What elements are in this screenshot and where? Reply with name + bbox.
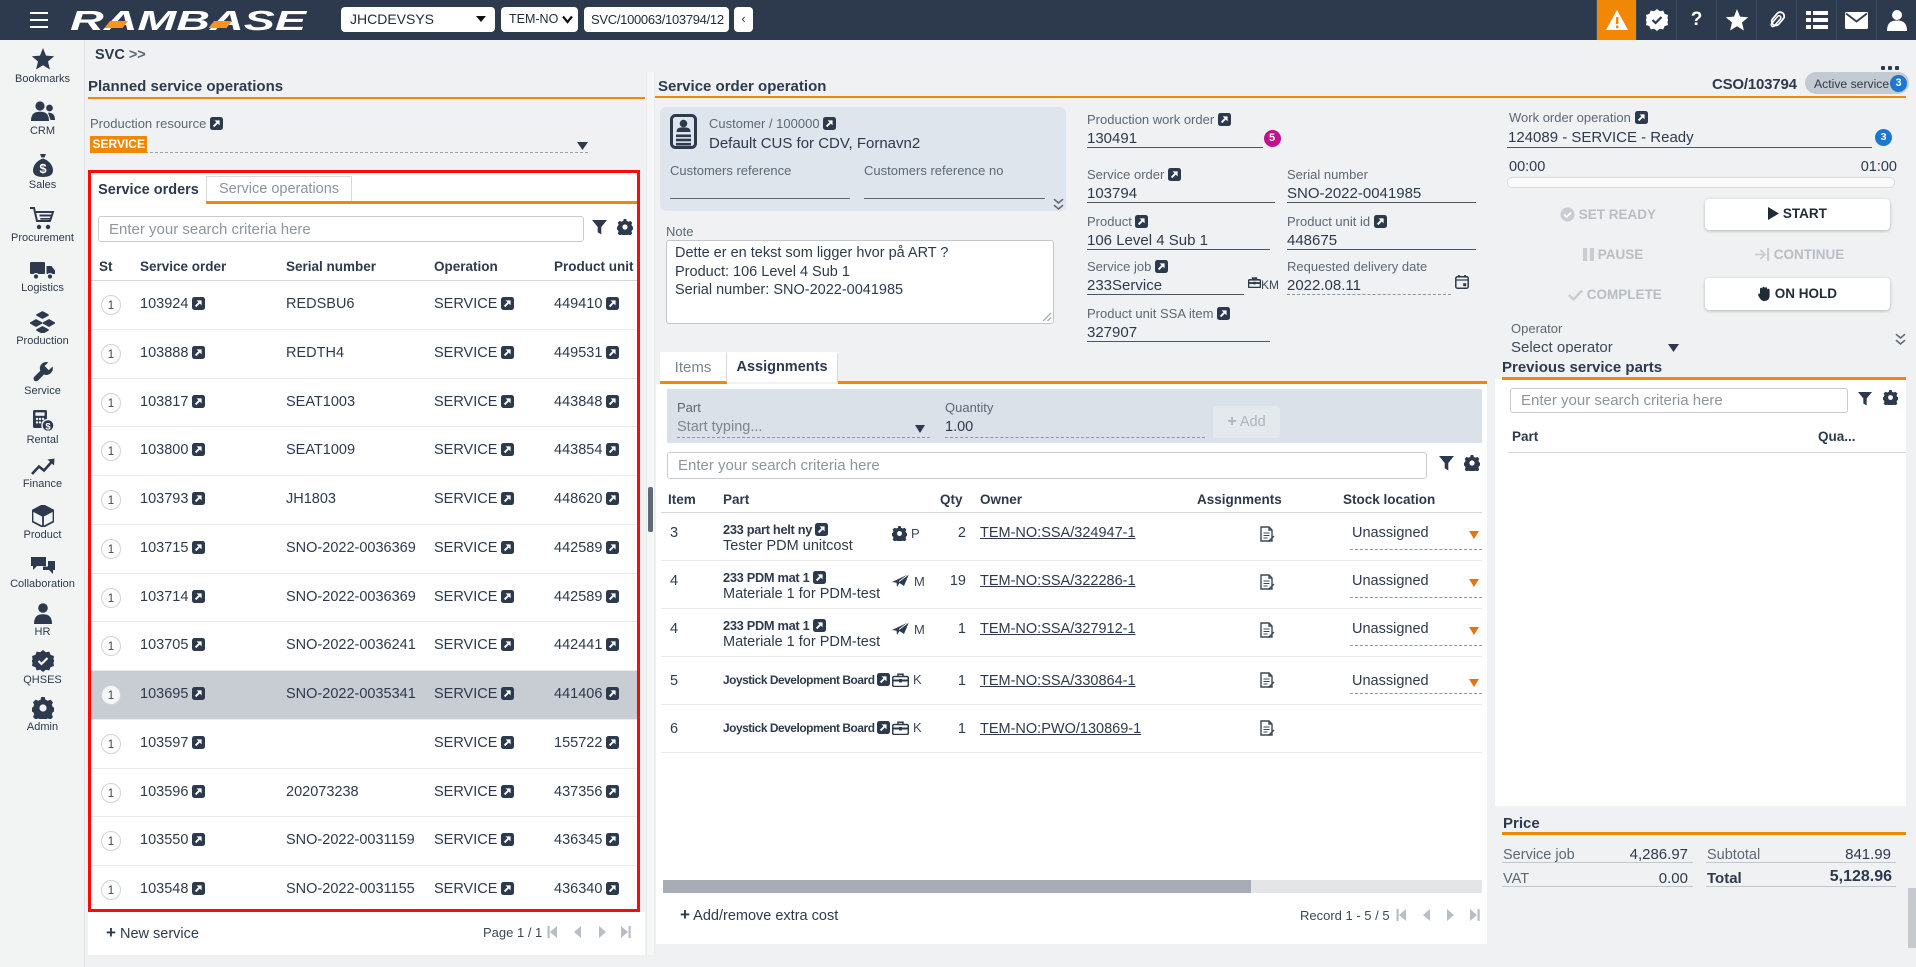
- svg-text:$: $: [39, 161, 47, 176]
- svg-text:RAMBASE: RAMBASE: [70, 5, 308, 36]
- svg-text:$: $: [45, 422, 51, 432]
